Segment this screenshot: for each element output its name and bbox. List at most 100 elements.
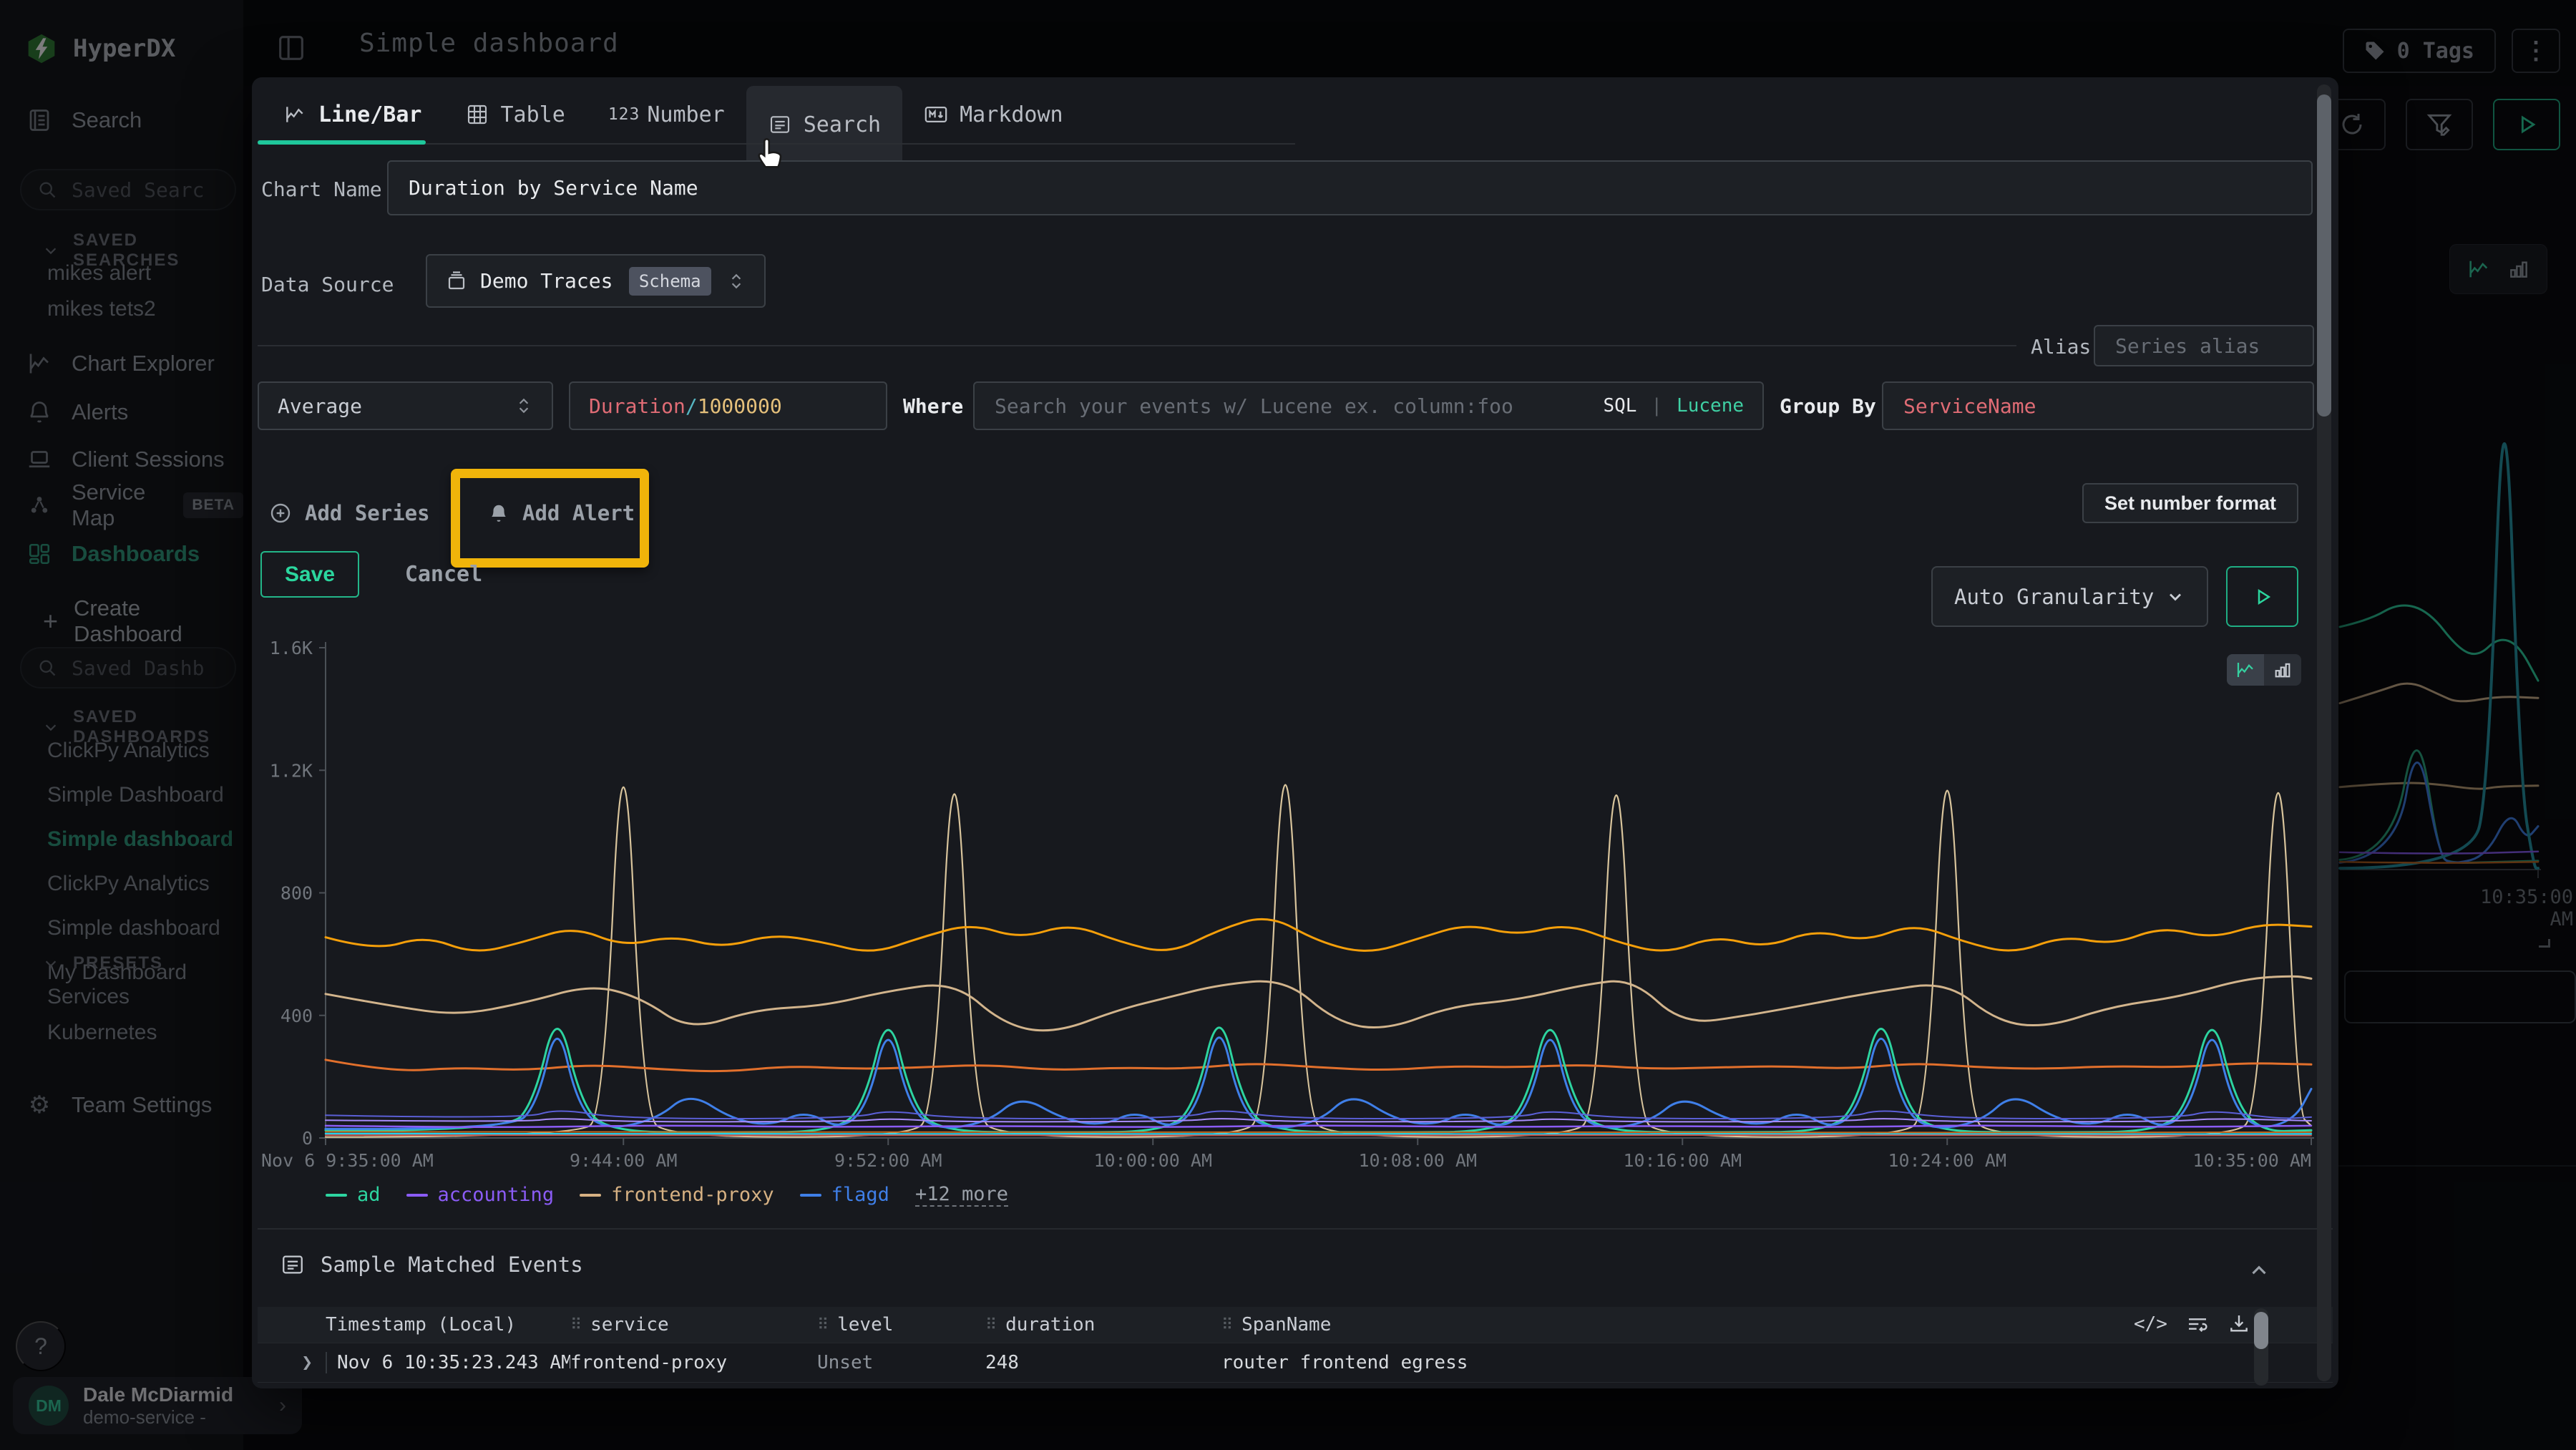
aggregation-select[interactable]: Average bbox=[258, 381, 553, 430]
line-chart-icon[interactable] bbox=[2227, 654, 2264, 686]
legend-item[interactable]: ad bbox=[326, 1184, 381, 1206]
granularity-select[interactable]: Auto Granularity bbox=[1931, 566, 2208, 627]
series-dark-orange bbox=[326, 1060, 2311, 1071]
group-by-label: Group By bbox=[1780, 394, 1876, 418]
add-series-label: Add Series bbox=[305, 501, 430, 525]
tab-label: Number bbox=[647, 102, 724, 127]
legend-item[interactable]: frontend-proxy bbox=[580, 1184, 774, 1206]
legend-swatch bbox=[580, 1194, 601, 1197]
legend-swatch bbox=[800, 1194, 821, 1197]
drag-handle-icon[interactable]: ⠿ bbox=[817, 1316, 829, 1334]
bar-chart-icon[interactable] bbox=[2264, 654, 2301, 686]
chart-type-tabs: Line/Bar Table 123 Number Search Markdow… bbox=[261, 86, 1085, 143]
drag-handle-icon[interactable]: ⠿ bbox=[985, 1316, 997, 1334]
list-icon bbox=[280, 1252, 305, 1277]
y-axis-tick-label: 400 bbox=[280, 1006, 313, 1026]
table-actions: </> bbox=[2134, 1313, 2250, 1335]
data-source-select[interactable]: Demo Traces Schema bbox=[426, 254, 766, 308]
legend-item[interactable]: flagd bbox=[800, 1184, 889, 1206]
modal-chart-type-toggle[interactable] bbox=[2227, 654, 2301, 686]
x-axis-tick-label: 9:52:00 AM bbox=[834, 1150, 942, 1171]
add-alert-label: Add Alert bbox=[522, 501, 635, 525]
column-header[interactable]: ⠿duration bbox=[985, 1314, 1221, 1335]
screen: Simple dashboard 0 Tags ⋮ bbox=[0, 0, 2576, 1450]
alias-field[interactable] bbox=[2094, 325, 2314, 366]
x-axis-tick-label: 9:44:00 AM bbox=[570, 1150, 678, 1171]
chevron-down-icon bbox=[2165, 587, 2185, 607]
chart-name-label: Chart Name bbox=[261, 177, 382, 201]
wrap-text-icon[interactable] bbox=[2186, 1313, 2209, 1335]
x-axis-tick-label: 10:00:00 AM bbox=[1093, 1150, 1212, 1171]
group-by-input[interactable] bbox=[1902, 394, 2294, 419]
column-header[interactable]: ⠿service bbox=[570, 1314, 817, 1335]
chart-name-input[interactable] bbox=[407, 175, 2293, 200]
table-row[interactable]: ❯Nov 6 10:35:23.243 AMfrontend-proxyUnse… bbox=[258, 1343, 2333, 1382]
schema-badge: Schema bbox=[629, 267, 711, 296]
table-scrollbar[interactable] bbox=[2254, 1308, 2268, 1386]
tab-label: Line/Bar bbox=[318, 102, 422, 127]
number-123-icon: 123 bbox=[608, 105, 640, 124]
x-axis-tick-label: 10:08:00 AM bbox=[1358, 1150, 1477, 1171]
circle-plus-icon bbox=[269, 502, 292, 525]
download-icon[interactable] bbox=[2228, 1313, 2250, 1335]
series-flagd bbox=[326, 1038, 2311, 1129]
legend-item[interactable]: accounting bbox=[406, 1184, 555, 1206]
column-header[interactable]: ⠿level bbox=[817, 1314, 985, 1335]
where-input[interactable] bbox=[993, 394, 1589, 419]
legend-label: +12 more bbox=[915, 1183, 1008, 1207]
tab-label: Markdown bbox=[960, 102, 1063, 127]
tab-line-bar[interactable]: Line/Bar bbox=[261, 86, 444, 143]
legend-label: accounting bbox=[438, 1184, 555, 1206]
edit-chart-modal: Line/Bar Table 123 Number Search Markdow… bbox=[252, 77, 2338, 1388]
row-expand-chevron[interactable]: ❯ bbox=[258, 1352, 326, 1373]
collapse-chevron-icon[interactable] bbox=[2247, 1258, 2271, 1283]
legend-swatch bbox=[406, 1194, 428, 1197]
lang-separator: | bbox=[1651, 395, 1662, 417]
tab-markdown[interactable]: Markdown bbox=[902, 86, 1085, 143]
set-number-format-button[interactable]: Set number format bbox=[2082, 483, 2298, 523]
table-grid-icon bbox=[465, 102, 489, 127]
add-series-button[interactable]: Add Series bbox=[269, 501, 430, 525]
chart-legend: ad accounting frontend-proxy flagd +12 more bbox=[326, 1183, 1008, 1207]
save-button[interactable]: Save bbox=[260, 551, 359, 598]
add-alert-button[interactable]: Add Alert bbox=[488, 501, 635, 525]
tab-number[interactable]: 123 Number bbox=[587, 86, 746, 143]
cancel-button[interactable]: Cancel bbox=[394, 551, 494, 598]
legend-more-link[interactable]: +12 more bbox=[915, 1183, 1008, 1207]
chart-name-field[interactable] bbox=[387, 160, 2313, 215]
code-icon[interactable]: </> bbox=[2134, 1313, 2167, 1335]
legend-swatch bbox=[326, 1194, 347, 1197]
series-tall-spikes bbox=[326, 785, 2311, 1137]
y-axis-tick-label: 0 bbox=[302, 1128, 313, 1149]
modal-scrollbar[interactable] bbox=[2317, 84, 2331, 1381]
tab-label: Table bbox=[501, 102, 565, 127]
drag-handle-icon[interactable]: ⠿ bbox=[570, 1316, 582, 1334]
lang-lucene[interactable]: Lucene bbox=[1677, 395, 1744, 417]
expression-value: Duration/1000000 bbox=[589, 394, 782, 418]
y-axis-tick-label: 1.6K bbox=[270, 638, 313, 658]
x-axis-tick-label: 10:24:00 AM bbox=[1888, 1150, 2006, 1171]
x-axis-tick-label: 10:16:00 AM bbox=[1623, 1150, 1742, 1171]
tab-table[interactable]: Table bbox=[444, 86, 587, 143]
expression-field[interactable]: Duration/1000000 bbox=[569, 381, 887, 430]
legend-label: frontend-proxy bbox=[611, 1184, 774, 1206]
run-chart-button[interactable] bbox=[2226, 566, 2298, 627]
series-frontend-proxy bbox=[326, 976, 2311, 1031]
where-field[interactable]: SQL | Lucene bbox=[973, 381, 1764, 430]
table-row[interactable]: ❯Nov 6 10:35:23.243 AMfrontend-proxyUnse… bbox=[258, 1382, 2333, 1388]
drag-handle-icon[interactable]: ⠿ bbox=[1221, 1316, 1233, 1334]
granularity-value: Auto Granularity bbox=[1954, 585, 2154, 609]
lang-sql[interactable]: SQL bbox=[1603, 395, 1636, 417]
series-orange-wave bbox=[326, 919, 2311, 950]
legend-label: ad bbox=[357, 1184, 381, 1206]
column-header[interactable]: Timestamp (Local) bbox=[326, 1314, 570, 1335]
modal-scrollbar-thumb[interactable] bbox=[2317, 94, 2331, 417]
alias-input[interactable] bbox=[2114, 334, 2338, 359]
data-source-label: Data Source bbox=[261, 273, 394, 296]
data-source-value: Demo Traces bbox=[480, 269, 613, 293]
sample-events-header: Sample Matched Events bbox=[280, 1252, 583, 1277]
group-by-field[interactable] bbox=[1882, 381, 2314, 430]
table-scrollbar-thumb[interactable] bbox=[2254, 1312, 2268, 1349]
events-table-header: Timestamp (Local)⠿service⠿level⠿duration… bbox=[258, 1307, 2333, 1343]
mouse-cursor bbox=[753, 135, 790, 175]
